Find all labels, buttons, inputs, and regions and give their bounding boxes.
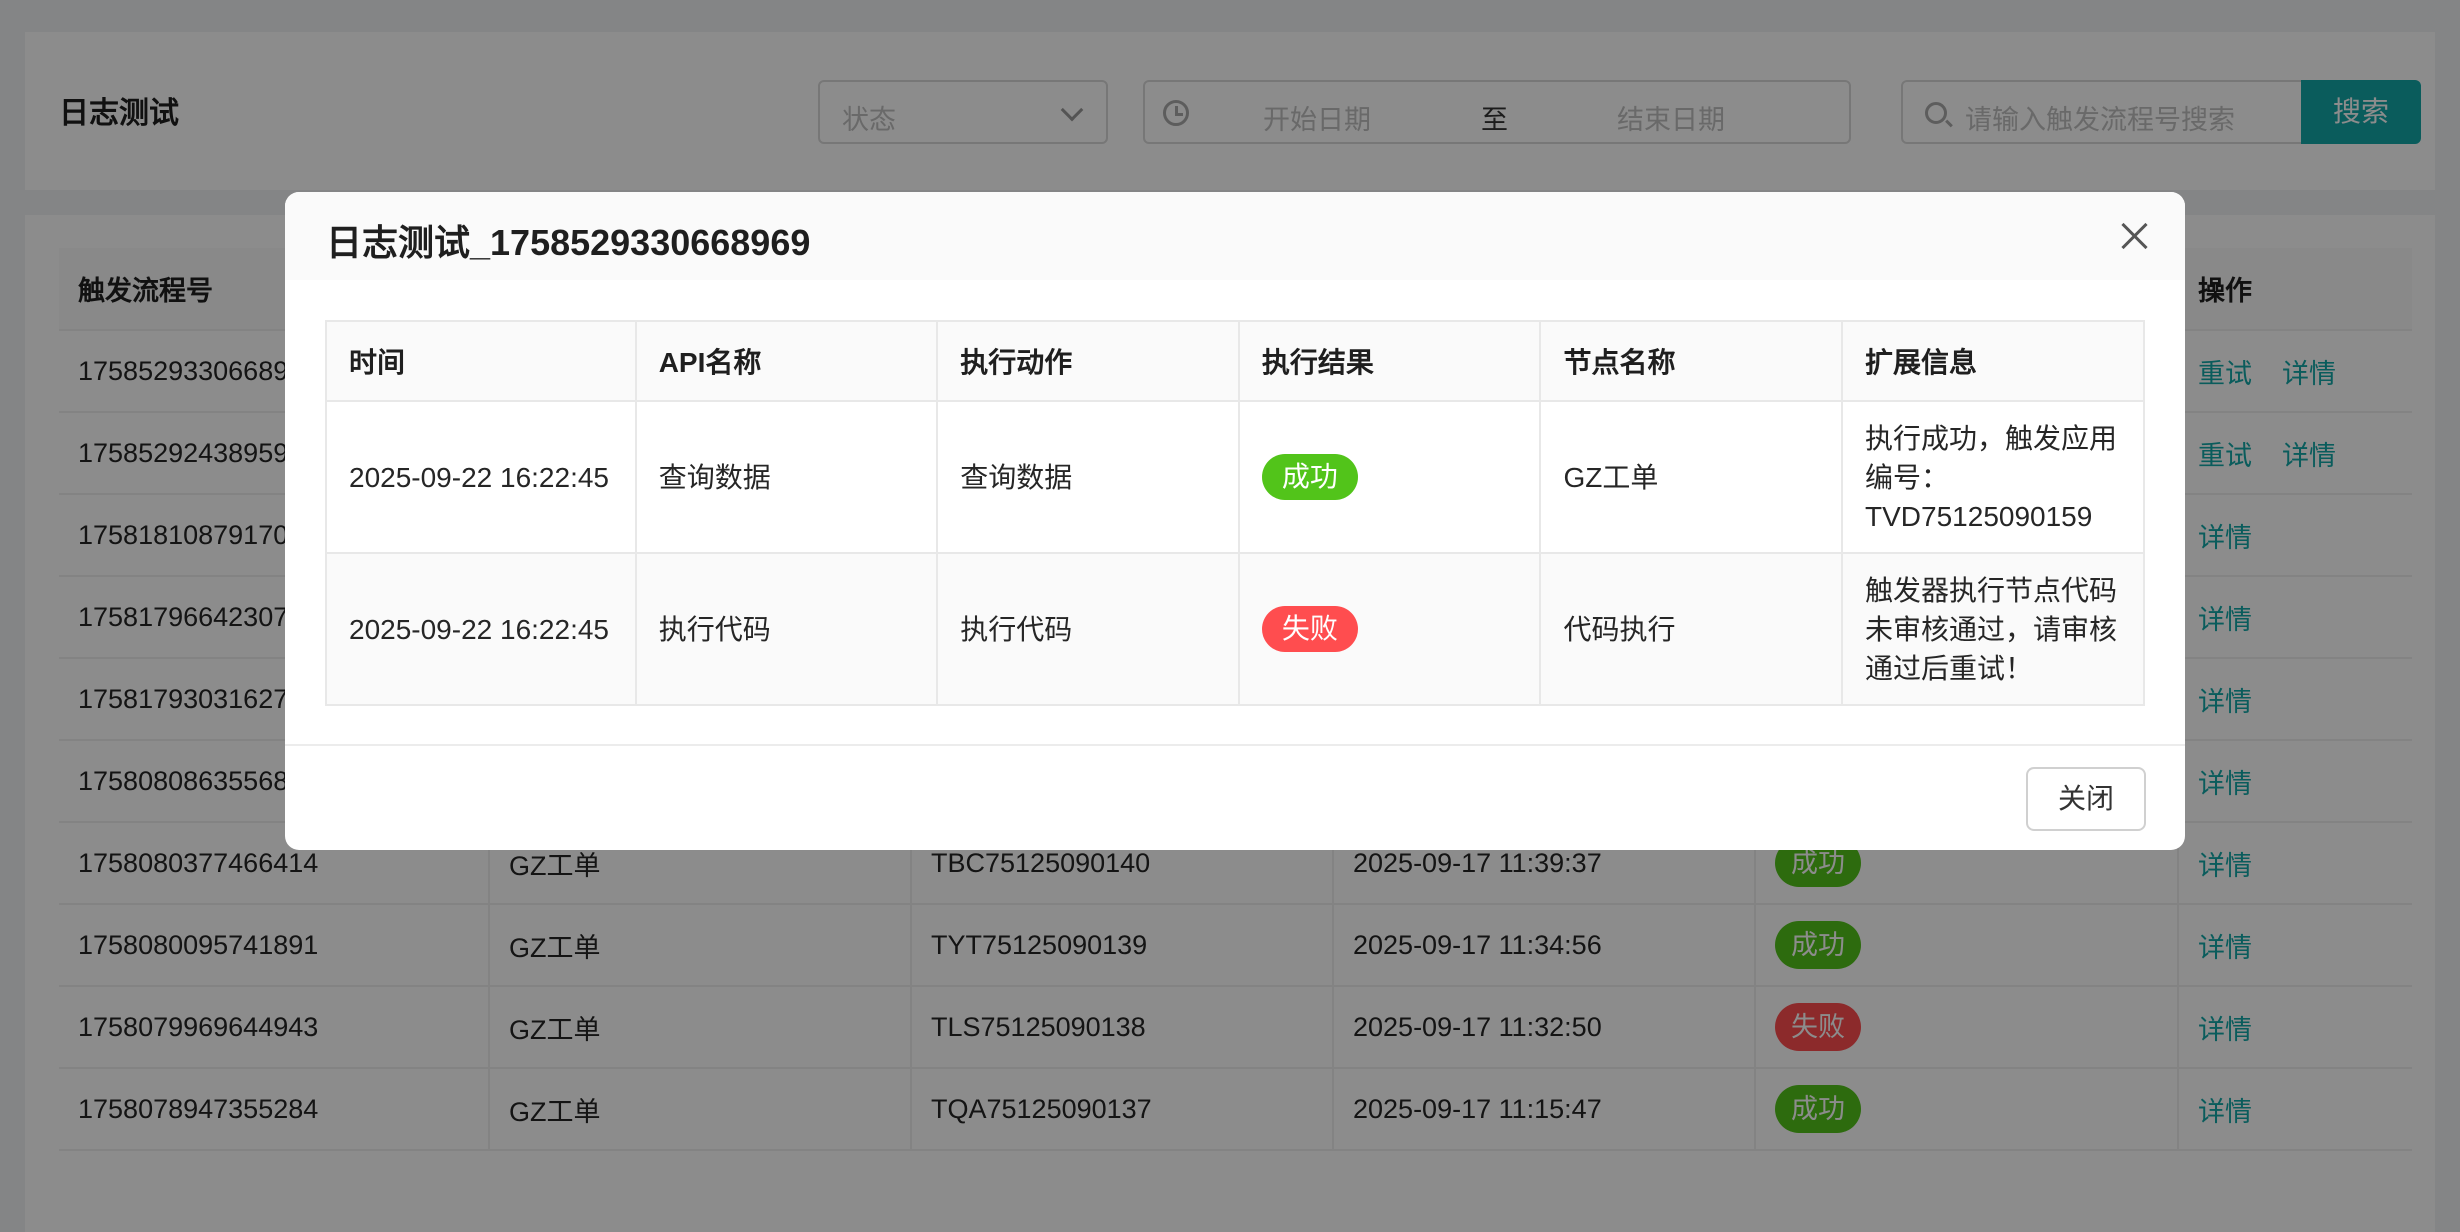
result-cell: 成功 bbox=[1237, 400, 1542, 554]
node-name-cell: 代码执行 bbox=[1539, 552, 1844, 706]
action-cell: 执行代码 bbox=[936, 552, 1240, 706]
node-name-cell: GZ工单 bbox=[1539, 400, 1844, 554]
log-row: 2025-09-22 16:22:45 查询数据 查询数据 成功 GZ工单 执行… bbox=[325, 400, 2145, 554]
header-result: 执行结果 bbox=[1237, 320, 1542, 402]
close-button[interactable]: 关闭 bbox=[2026, 767, 2146, 831]
header-time: 时间 bbox=[325, 320, 637, 402]
time-cell: 2025-09-22 16:22:45 bbox=[325, 552, 637, 706]
status-badge: 成功 bbox=[1261, 454, 1358, 500]
modal-footer-divider bbox=[285, 744, 2185, 746]
extra-info-cell: 执行成功，触发应用编号：TVD75125090159 bbox=[1841, 400, 2145, 554]
extra-info-cell: 触发器执行节点代码未审核通过，请审核通过后重试！ bbox=[1841, 552, 2145, 706]
status-badge: 失败 bbox=[1261, 606, 1358, 652]
modal-table-header: 时间 API名称 执行动作 执行结果 节点名称 扩展信息 bbox=[325, 320, 2145, 402]
header-api-name: API名称 bbox=[634, 320, 939, 402]
modal-title: 日志测试_1758529330668969 bbox=[326, 222, 811, 263]
header-node-name: 节点名称 bbox=[1539, 320, 1844, 402]
log-detail-modal: 日志测试_1758529330668969 时间 API名称 执行动作 执行结果… bbox=[285, 192, 2185, 850]
time-cell: 2025-09-22 16:22:45 bbox=[325, 400, 637, 554]
action-cell: 查询数据 bbox=[936, 400, 1240, 554]
result-cell: 失败 bbox=[1237, 552, 1542, 706]
execution-log-table: 时间 API名称 执行动作 执行结果 节点名称 扩展信息 2025-09-22 … bbox=[325, 320, 2145, 706]
log-row: 2025-09-22 16:22:45 执行代码 执行代码 失败 代码执行 触发… bbox=[325, 552, 2145, 706]
modal-header: 日志测试_1758529330668969 bbox=[285, 192, 2185, 280]
header-extra-info: 扩展信息 bbox=[1841, 320, 2145, 402]
close-icon[interactable] bbox=[2117, 219, 2151, 253]
header-action: 执行动作 bbox=[936, 320, 1240, 402]
api-name-cell: 执行代码 bbox=[634, 552, 939, 706]
api-name-cell: 查询数据 bbox=[634, 400, 939, 554]
